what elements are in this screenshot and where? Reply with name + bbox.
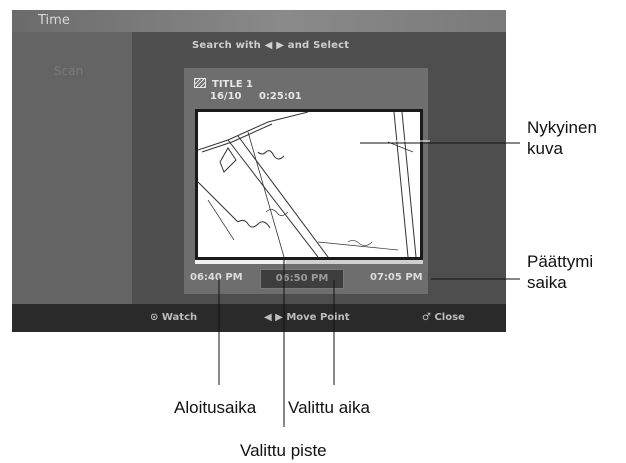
selected-time[interactable]: 06:50 PM	[260, 269, 344, 289]
timeline-progress	[195, 260, 287, 264]
title-heading: TITLE 1	[194, 78, 253, 90]
title-date: 16/10	[210, 91, 242, 102]
start-time: 06:40 PM	[190, 272, 243, 283]
sidebar-item-scan[interactable]: Scan	[54, 64, 83, 78]
callout-current-picture: Nykyinen kuva	[527, 117, 597, 159]
callout-end-time-line1: Päättymi	[527, 252, 594, 271]
footer-bar: ⊙ Watch ◀ ▶ Move Point ♂ Close	[12, 304, 506, 332]
end-time: 07:05 PM	[370, 272, 423, 283]
callout-start-time: Aloitusaika	[174, 398, 257, 417]
callout-end-time: Päättymi saika	[527, 251, 593, 293]
title-panel: TITLE 1 16/10 0:25:01	[184, 68, 428, 294]
time-row: 06:40 PM 06:50 PM 07:05 PM	[132, 269, 506, 289]
title-info: 16/10 0:25:01	[210, 91, 302, 102]
watch-button[interactable]: ⊙ Watch	[150, 312, 197, 323]
screen-title: Time	[38, 13, 70, 28]
preview-sketch	[197, 111, 417, 258]
callout-selected-point: Valittu piste	[240, 441, 327, 460]
close-button[interactable]: ♂ Close	[422, 312, 465, 323]
title-name: TITLE 1	[212, 79, 254, 90]
title-duration: 0:25:01	[258, 91, 302, 102]
clapperboard-icon	[194, 78, 206, 88]
move-point-button[interactable]: ◀ ▶ Move Point	[264, 312, 349, 323]
current-picture	[195, 109, 423, 260]
search-hint: Search with ◀ ▶ and Select	[192, 40, 350, 51]
main-area: Search with ◀ ▶ and Select TITLE 1 16/10…	[132, 32, 506, 304]
callout-selected-time: Valittu aika	[288, 398, 370, 417]
sidebar: Scan	[12, 32, 132, 304]
timeline-bar[interactable]	[195, 260, 423, 264]
title-bar: Time	[12, 10, 506, 32]
manual-figure: Time Scan Search with ◀ ▶ and Select TIT…	[0, 0, 626, 463]
callout-current-picture-line1: Nykyinen	[527, 118, 597, 137]
time-search-screen: Time Scan Search with ◀ ▶ and Select TIT…	[12, 10, 506, 332]
callout-current-picture-line2: kuva	[527, 139, 563, 158]
callout-end-time-line2: saika	[527, 273, 567, 292]
